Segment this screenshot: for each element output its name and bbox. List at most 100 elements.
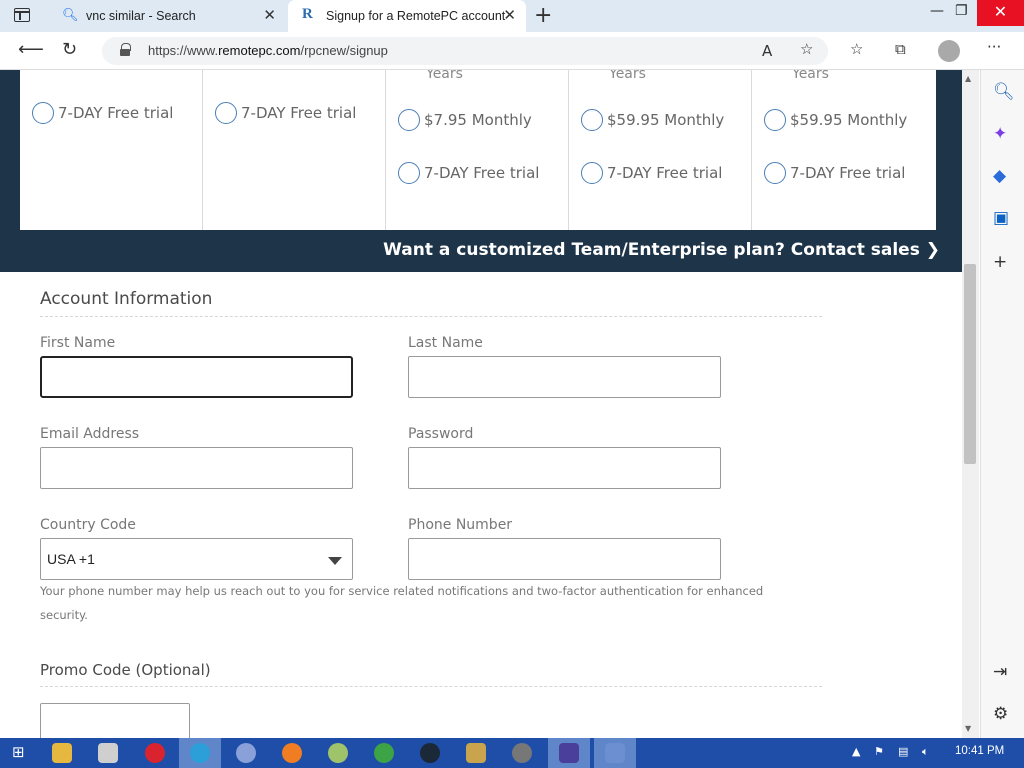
favorites-icon[interactable]: ☆: [850, 40, 863, 58]
restore-button[interactable]: ❐: [955, 3, 968, 19]
keyboard-icon[interactable]: [605, 743, 625, 763]
radio-button[interactable]: [581, 109, 603, 131]
refresh-icon[interactable]: ↻: [62, 39, 77, 60]
shopping-icon[interactable]: ◆: [993, 166, 1006, 186]
plans-section: 7-DAY Free trial 7-DAY Free trial Years …: [0, 70, 962, 272]
country-code-value: USA +1: [47, 551, 95, 567]
app-icon[interactable]: [328, 743, 348, 763]
section-divider: [40, 686, 822, 687]
lock-icon: [120, 43, 131, 56]
password-label: Password: [408, 426, 474, 442]
search-icon[interactable]: 🔍︎: [993, 82, 1015, 102]
country-code-select[interactable]: USA +1: [40, 538, 353, 580]
phone-number-input[interactable]: [408, 538, 721, 580]
add-icon[interactable]: +: [993, 252, 1007, 272]
plan-option[interactable]: 7-DAY Free trial: [581, 162, 722, 184]
profile-avatar[interactable]: [938, 40, 960, 62]
sidebar-toggle-icon[interactable]: ⇥: [993, 662, 1007, 682]
scroll-down-arrow-icon[interactable]: ▼: [965, 724, 971, 733]
plan-column: Years $59.95 Monthly 7-DAY Free trial: [752, 70, 935, 230]
years-label: Years: [426, 70, 463, 82]
tab-bar: 🔍︎ vnc similar - Search ✕ R Signup for a…: [0, 0, 1024, 32]
tab-label: vnc similar - Search: [86, 9, 196, 23]
minimize-button[interactable]: —: [930, 3, 944, 19]
windows-start-icon[interactable]: ⊞: [12, 743, 25, 761]
contact-sales-link[interactable]: Want a customized Team/Enterprise plan? …: [383, 240, 940, 260]
app-icon[interactable]: [559, 743, 579, 763]
chevron-down-icon: [328, 557, 342, 565]
plan-column: Years $59.95 Monthly 7-DAY Free trial: [569, 70, 752, 230]
tab-label: Signup for a RemotePC account: [326, 9, 506, 23]
file-explorer-icon[interactable]: [52, 743, 72, 763]
plan-column: Years $7.95 Monthly 7-DAY Free trial: [386, 70, 569, 230]
country-code-label: Country Code: [40, 517, 136, 533]
network-icon[interactable]: ▤: [898, 745, 908, 758]
read-aloud-icon[interactable]: A: [762, 42, 772, 60]
email-label: Email Address: [40, 426, 140, 442]
tab-signup[interactable]: R Signup for a RemotePC account ✕: [288, 0, 526, 32]
promo-code-input[interactable]: [40, 703, 190, 738]
phone-helper-text: Your phone number may help us reach out …: [40, 584, 764, 622]
plan-option[interactable]: 7-DAY Free trial: [32, 102, 173, 124]
radio-button[interactable]: [581, 162, 603, 184]
settings-gear-icon[interactable]: ⚙: [993, 704, 1008, 724]
collections-icon[interactable]: ⧉: [895, 40, 906, 58]
last-name-input[interactable]: [408, 356, 721, 398]
plan-column: 7-DAY Free trial: [203, 70, 386, 230]
plan-option[interactable]: $7.95 Monthly: [398, 109, 532, 131]
edge-sidebar: 🔍︎ ✦ ◆ ▣ + ⇥ ⚙: [980, 70, 1024, 738]
close-tab-icon[interactable]: ✕: [503, 6, 516, 24]
radio-button[interactable]: [764, 109, 786, 131]
app-icon[interactable]: [466, 743, 486, 763]
radio-button[interactable]: [32, 102, 54, 124]
steam-icon[interactable]: [420, 743, 440, 763]
url-field[interactable]: https://www.remotepc.com/rpcnew/signup A…: [102, 37, 828, 65]
page-scrollbar[interactable]: ▲ ▼: [962, 70, 979, 738]
email-input[interactable]: [40, 447, 353, 489]
taskbar-clock[interactable]: 10:41 PM: [955, 745, 1004, 757]
flag-icon[interactable]: ⚑: [874, 745, 884, 758]
years-label: Years: [609, 70, 646, 82]
scroll-thumb[interactable]: [964, 264, 976, 464]
address-bar: ⟵ ↻ https://www.remotepc.com/rpcnew/sign…: [0, 32, 1024, 70]
plan-option[interactable]: 7-DAY Free trial: [215, 102, 356, 124]
close-tab-icon[interactable]: ✕: [263, 6, 276, 24]
radio-button[interactable]: [398, 109, 420, 131]
url-text: https://www.remotepc.com/rpcnew/signup: [148, 43, 388, 58]
copilot-icon[interactable]: ✦: [993, 124, 1007, 144]
back-arrow-icon[interactable]: ⟵: [18, 39, 44, 60]
plan-option[interactable]: 7-DAY Free trial: [398, 162, 539, 184]
plans-table: 7-DAY Free trial 7-DAY Free trial Years …: [20, 70, 936, 230]
chrome-icon[interactable]: [374, 743, 394, 763]
scroll-up-arrow-icon[interactable]: ▲: [965, 74, 971, 83]
opera-icon[interactable]: [145, 743, 165, 763]
section-divider: [40, 316, 822, 317]
outlook-icon[interactable]: ▣: [993, 208, 1009, 228]
radio-button[interactable]: [398, 162, 420, 184]
tab-actions-icon[interactable]: [14, 8, 30, 22]
remotepc-logo-icon: R: [302, 6, 313, 22]
edge-icon[interactable]: [190, 743, 210, 763]
new-tab-button[interactable]: +: [534, 3, 552, 28]
radio-button[interactable]: [764, 162, 786, 184]
volume-icon[interactable]: 🔈︎: [922, 745, 929, 759]
page-viewport: 7-DAY Free trial 7-DAY Free trial Years …: [0, 70, 962, 738]
tab-search[interactable]: 🔍︎ vnc similar - Search ✕: [48, 0, 286, 32]
app-icon[interactable]: [98, 743, 118, 763]
password-input[interactable]: [408, 447, 721, 489]
firefox-icon[interactable]: [282, 743, 302, 763]
plan-option[interactable]: $59.95 Monthly: [581, 109, 724, 131]
show-hidden-icons[interactable]: ▲: [852, 745, 860, 758]
plan-option[interactable]: $59.95 Monthly: [764, 109, 907, 131]
radio-button[interactable]: [215, 102, 237, 124]
more-menu-icon[interactable]: ···: [987, 38, 1001, 56]
first-name-input[interactable]: [40, 356, 353, 398]
years-label: Years: [792, 70, 829, 82]
app-icon[interactable]: [512, 743, 532, 763]
close-window-button[interactable]: ✕: [977, 0, 1024, 26]
plan-option[interactable]: 7-DAY Free trial: [764, 162, 905, 184]
app-icon[interactable]: [236, 743, 256, 763]
phone-number-label: Phone Number: [408, 517, 513, 533]
promo-code-title: Promo Code (Optional): [40, 661, 211, 679]
add-favorite-icon[interactable]: ☆: [800, 40, 813, 58]
